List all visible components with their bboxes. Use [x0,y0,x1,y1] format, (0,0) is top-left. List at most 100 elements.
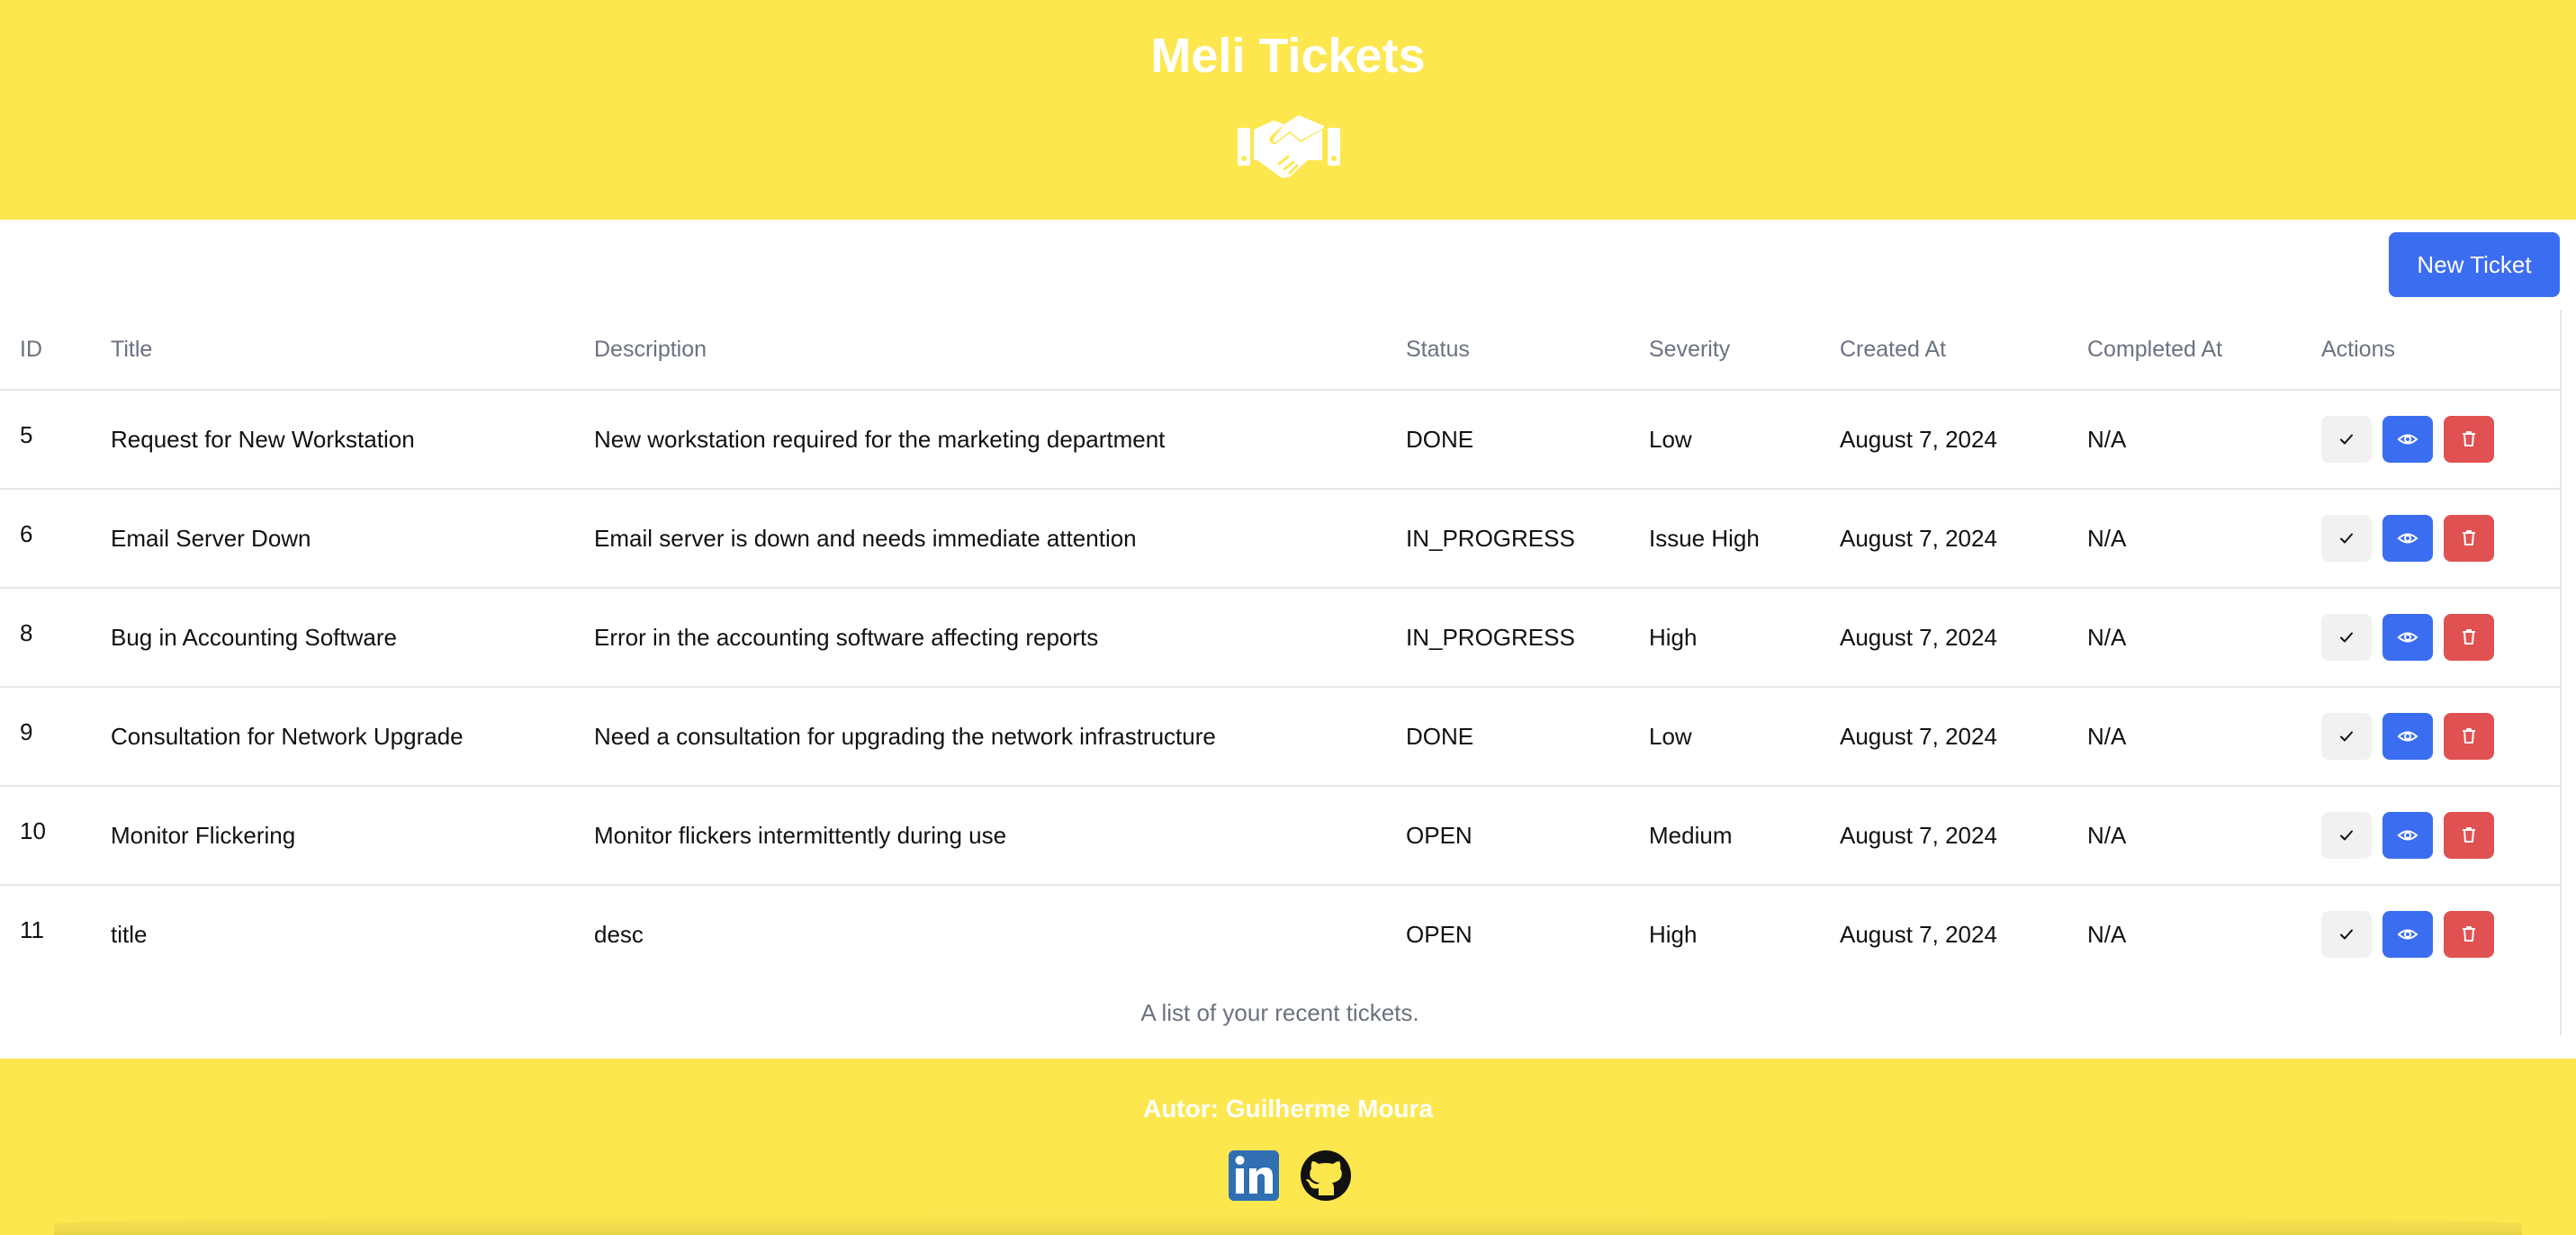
trash-icon [2461,822,2477,850]
ticket-severity: High [1649,588,1840,688]
new-ticket-button[interactable]: New Ticket [2389,232,2560,297]
table-caption: A list of your recent tickets. [1140,999,1419,1026]
column-header-created-at: Created At [1840,310,2087,391]
ticket-status: OPEN [1406,920,1473,948]
trash-icon [2461,723,2477,751]
check-icon [2338,723,2355,751]
complete-button[interactable] [2321,911,2372,958]
ticket-title: Bug in Accounting Software [111,588,594,688]
eye-icon [2397,921,2418,949]
ticket-actions [2321,687,2560,787]
ticket-created-at: August 7, 2024 [1840,920,1997,948]
check-icon [2338,624,2355,652]
ticket-id: 6 [0,489,111,589]
trash-icon [2461,525,2477,553]
header: Meli Tickets [0,0,2576,220]
table-row: 8 Bug in Accounting Software Error in the … [0,588,2560,688]
ticket-id: 5 [0,390,111,490]
complete-button[interactable] [2321,515,2372,562]
column-header-severity: Severity [1649,310,1840,391]
ticket-severity: Medium [1649,786,1840,886]
table-row: 11 title desc OPEN High August 7, 2024 N/A [0,885,2560,983]
ticket-completed-at: N/A [2087,489,2321,589]
ticket-title: Consultation for Network Upgrade [111,687,594,787]
check-icon [2338,426,2355,454]
handshake-icon [1238,115,1340,178]
eye-icon [2397,723,2418,751]
ticket-actions [2321,885,2560,983]
delete-button[interactable] [2444,812,2494,859]
ticket-actions [2321,390,2560,490]
table-header-row: ID Title Description Status Severity Cre… [0,310,2560,391]
ticket-description: New workstation required for the marketi… [594,390,1406,490]
ticket-completed-at: N/A [2087,390,2321,490]
view-button[interactable] [2382,911,2433,958]
eye-icon [2397,822,2418,850]
table-row: 6 Email Server Down Email server is down a… [0,489,2560,589]
ticket-description: Need a consultation for upgrading the ne… [594,687,1406,787]
view-button[interactable] [2382,515,2433,562]
ticket-title: Monitor Flickering [111,786,594,886]
check-icon [2338,921,2355,949]
view-button[interactable] [2382,614,2433,661]
ticket-id: 8 [0,588,111,688]
column-header-actions: Actions [2321,310,2560,391]
ticket-status: DONE [1406,390,1649,490]
view-button[interactable] [2382,713,2433,760]
ticket-description: Email server is down and needs immediate… [594,489,1406,589]
complete-button[interactable] [2321,812,2372,859]
delete-button[interactable] [2444,713,2494,760]
complete-button[interactable] [2321,416,2372,463]
ticket-actions [2321,588,2560,688]
eye-icon [2397,426,2418,454]
complete-button[interactable] [2321,614,2372,661]
delete-button[interactable] [2444,614,2494,661]
footer-shadow [54,1213,2522,1235]
author-credit: Autor: Guilherme Moura [1142,1095,1433,1122]
check-icon [2338,525,2355,553]
ticket-severity: Low [1649,390,1840,490]
ticket-status: OPEN [1406,786,1649,886]
trash-icon [2461,921,2477,949]
tickets-table: ID Title Description Status Severity Cre… [0,310,2560,983]
ticket-created-at: August 7, 2024 [1840,687,2087,787]
ticket-actions [2321,489,2560,589]
table-row: 10 Monitor Flickering Monitor flickers int… [0,786,2560,886]
ticket-actions [2321,786,2560,886]
ticket-id: 10 [0,786,111,886]
trash-icon [2461,624,2477,652]
eye-icon [2397,525,2418,553]
delete-button[interactable] [2444,515,2494,562]
ticket-completed-at: N/A [2087,588,2321,688]
ticket-description: desc [594,920,644,948]
check-icon [2338,822,2355,850]
ticket-completed-at: N/A [2087,786,2321,886]
footer: Autor: Guilherme Moura [0,1059,2576,1235]
ticket-severity: High [1649,920,1698,948]
ticket-description: Monitor flickers intermittently during u… [594,786,1406,886]
ticket-status: IN_PROGRESS [1406,489,1649,589]
ticket-created-at: August 7, 2024 [1840,390,2087,490]
ticket-created-at: August 7, 2024 [1840,588,2087,688]
linkedin-icon[interactable] [1227,1149,1281,1203]
column-header-status: Status [1406,310,1649,391]
github-icon[interactable] [1299,1149,1353,1203]
column-header-id: ID [0,310,111,391]
ticket-title: Email Server Down [111,489,594,589]
delete-button[interactable] [2444,911,2494,958]
column-header-completed-at: Completed At [2087,310,2321,391]
ticket-id: 11 [20,916,44,943]
ticket-title: title [111,920,148,948]
ticket-status: DONE [1406,687,1649,787]
complete-button[interactable] [2321,713,2372,760]
ticket-severity: Issue High [1649,489,1840,589]
ticket-created-at: August 7, 2024 [1840,786,2087,886]
ticket-status: IN_PROGRESS [1406,588,1649,688]
ticket-title: Request for New Workstation [111,390,594,490]
delete-button[interactable] [2444,416,2494,463]
ticket-severity: Low [1649,687,1840,787]
column-header-description: Description [594,310,1406,391]
table-row: 5 Request for New Workstation New workstat… [0,390,2560,490]
view-button[interactable] [2382,416,2433,463]
view-button[interactable] [2382,812,2433,859]
